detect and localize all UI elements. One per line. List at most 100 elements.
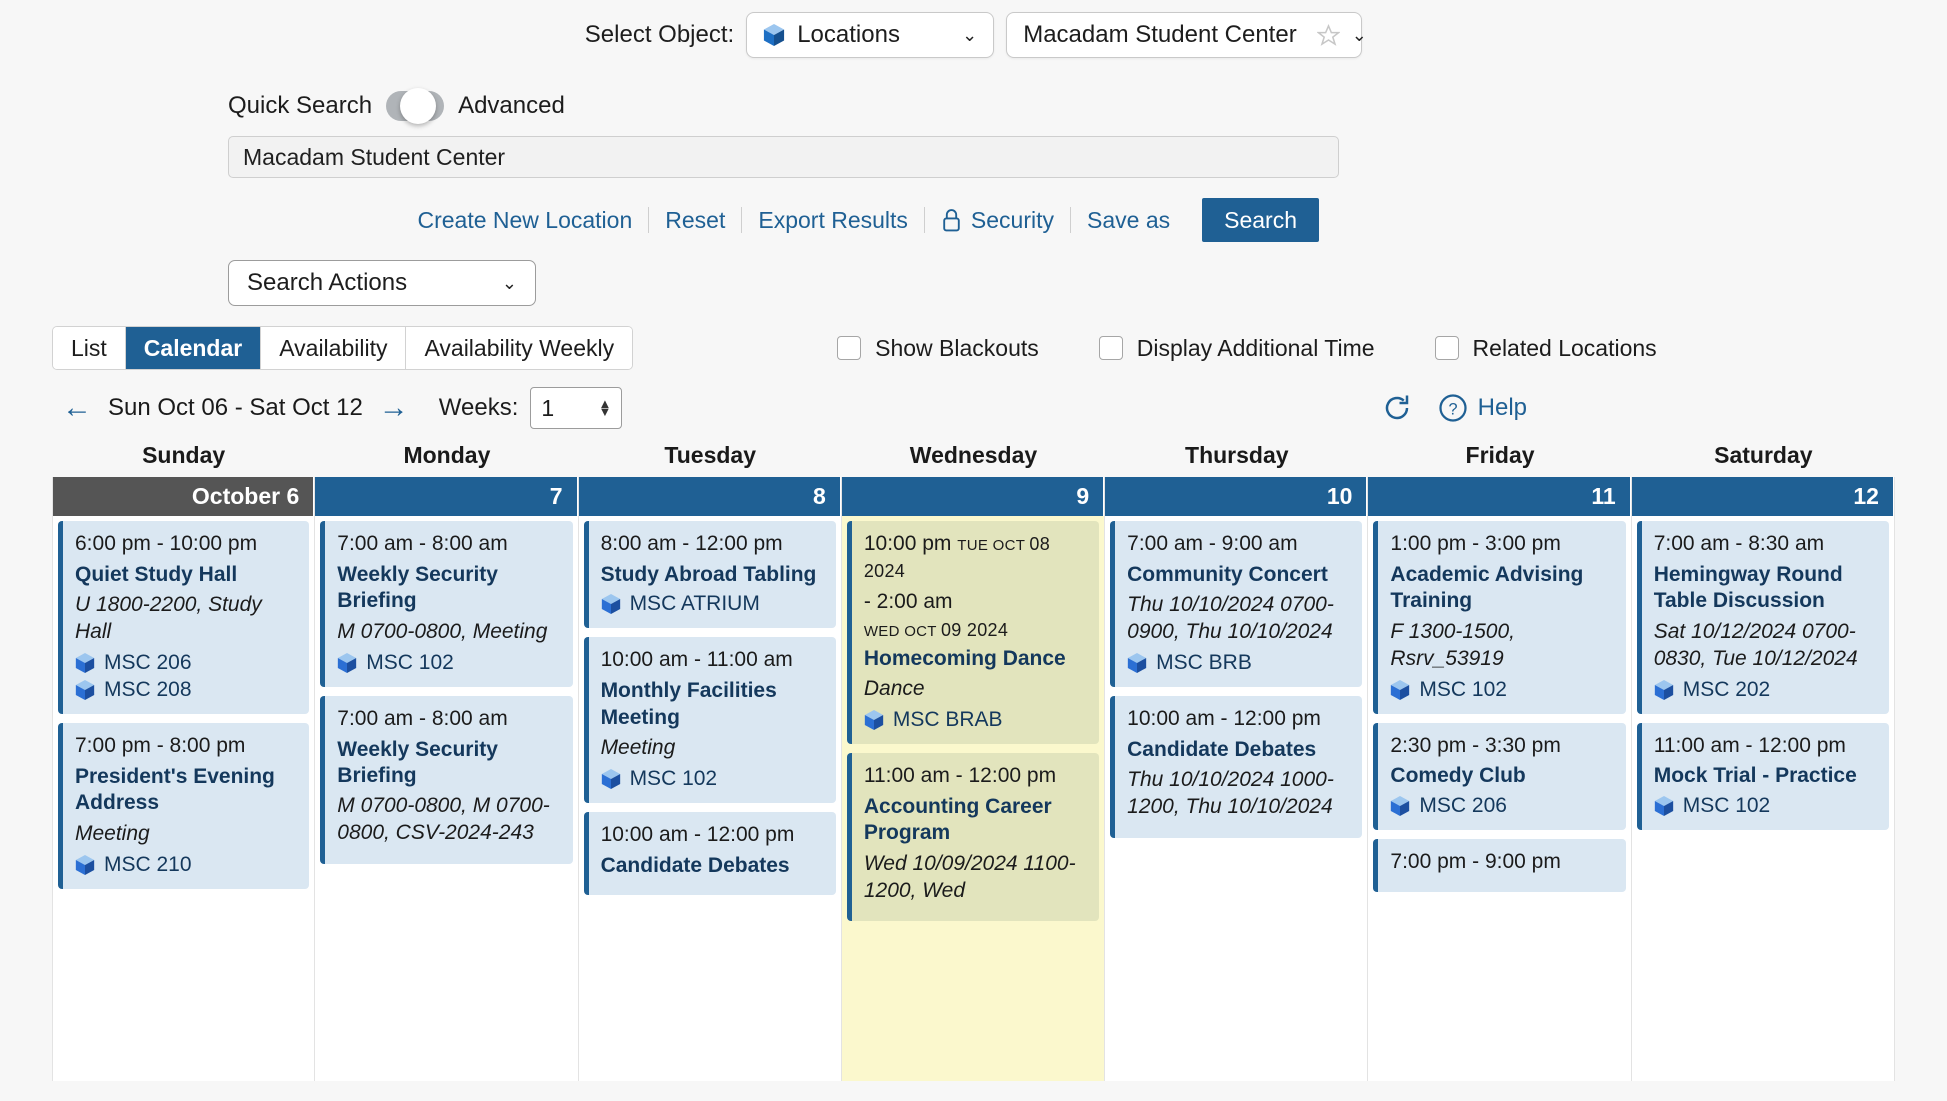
star-icon[interactable] (1316, 23, 1340, 47)
tab-calendar[interactable]: Calendar (125, 327, 262, 369)
cube-icon (764, 24, 785, 46)
dow-label-friday: Friday (1465, 442, 1535, 468)
event-card[interactable]: 10:00 am - 11:00 am Monthly Facilities Me… (583, 637, 836, 803)
event-room[interactable]: MSC 102 (1390, 678, 1613, 702)
checkbox-show-blackouts[interactable]: Show Blackouts (837, 335, 1039, 362)
event-room[interactable]: MSC 206 (1390, 794, 1613, 818)
event-card[interactable]: 10:00 am - 12:00 pm Candidate Debates (583, 811, 836, 896)
event-card[interactable]: 7:00 am - 8:00 am Weekly Security Briefin… (320, 695, 573, 865)
event-time: 7:00 am - 8:00 am (337, 706, 508, 730)
event-room-label: MSC 102 (1419, 677, 1507, 701)
event-title[interactable]: Comedy Club (1390, 763, 1613, 789)
event-title[interactable]: Homecoming Dance (864, 646, 1087, 672)
search-button[interactable]: Search (1202, 198, 1319, 242)
event-title[interactable]: Weekly Security Briefing (337, 737, 560, 790)
search-input[interactable]: Macadam Student Center (228, 136, 1339, 178)
day-header-sunday[interactable]: October 6 (53, 477, 315, 516)
event-card[interactable]: 11:00 am - 12:00 pm Accounting Career Pro… (846, 752, 1100, 922)
checkbox-box[interactable] (1434, 336, 1459, 360)
advanced-search-toggle[interactable] (386, 88, 445, 124)
security-link[interactable]: Security (925, 207, 1070, 234)
day-column-saturday: 12 7:00 am - 8:30 am Hemingway Round Table… (1631, 477, 1895, 1081)
weeks-stepper[interactable]: 1 ▲ ▼ (530, 387, 623, 429)
arrow-left-icon[interactable]: ← (62, 393, 92, 423)
tab-availability[interactable]: Availability (261, 327, 407, 369)
event-room[interactable]: MSC 210 (75, 853, 297, 877)
checkbox-label: Display Additional Time (1136, 334, 1375, 361)
day-header-thursday[interactable]: 10 (1105, 477, 1368, 516)
event-card[interactable]: 7:00 am - 8:30 am Hemingway Round Table D… (1636, 521, 1889, 714)
search-actions-row: Search Actions ⌄ (0, 260, 1947, 306)
event-subtitle: Thu 10/10/2024 0700-0900, Thu 10/10/2024 (1127, 593, 1334, 644)
advanced-label: Advanced (458, 92, 565, 119)
event-title[interactable]: Candidate Debates (601, 853, 824, 879)
event-title[interactable]: Study Abroad Tabling (601, 562, 824, 588)
checkbox-display-additional-time[interactable]: Display Additional Time (1098, 334, 1375, 362)
day-header-wednesday[interactable]: 9 (841, 477, 1105, 516)
day-header-monday[interactable]: 7 (315, 477, 578, 516)
checkbox-box[interactable] (837, 336, 862, 360)
event-card[interactable]: 2:30 pm - 3:30 pm Comedy Club MSC 206 (1373, 722, 1626, 830)
event-title[interactable]: Academic Advising Training (1390, 562, 1613, 615)
event-card[interactable]: 7:00 am - 8:00 am Weekly Security Briefin… (320, 521, 573, 687)
event-time: 10:00 pm TUE OCT 08 2024 (864, 531, 1087, 585)
save-as-link[interactable]: Save as (1071, 207, 1186, 234)
tab-availability-weekly[interactable]: Availability Weekly (406, 327, 633, 369)
event-card[interactable]: 7:00 pm - 8:00 pm President's Evening Add… (58, 723, 310, 889)
event-room[interactable]: MSC BRB (1127, 651, 1350, 675)
day-header-saturday[interactable]: 12 (1631, 477, 1894, 516)
event-room[interactable]: MSC 202 (1654, 678, 1877, 702)
help-button[interactable]: ? Help (1438, 393, 1527, 423)
event-title[interactable]: Monthly Facilities Meeting (601, 678, 824, 731)
event-title[interactable]: Community Concert (1127, 562, 1350, 588)
event-time: 10:00 am - 12:00 pm (600, 822, 795, 846)
event-title[interactable]: Hemingway Round Table Discussion (1654, 562, 1877, 615)
event-room[interactable]: MSC BRAB (864, 708, 1087, 732)
stepper-arrows-icon[interactable]: ▲ ▼ (599, 397, 612, 418)
event-card[interactable]: 10:00 am - 12:00 pm Candidate Debates Thu … (1110, 696, 1363, 839)
event-room[interactable]: MSC 206 (75, 651, 297, 675)
event-title[interactable]: Candidate Debates (1127, 737, 1350, 763)
event-time: 7:00 am - 8:00 am (337, 532, 508, 555)
event-card[interactable]: 7:00 pm - 9:00 pm (1373, 838, 1626, 892)
event-room-label: MSC 102 (366, 650, 454, 674)
location-dropdown[interactable]: Macadam Student Center ⌄ (1006, 12, 1367, 58)
day-header-tuesday[interactable]: 8 (578, 477, 841, 516)
calendar: Sunday Monday Tuesday Wednesday Thursday Frid… (0, 442, 1947, 1081)
dow-label-wednesday: Wednesday (909, 442, 1038, 468)
refresh-icon[interactable] (1382, 393, 1412, 423)
event-title[interactable]: Mock Trial - Practice (1654, 763, 1877, 789)
event-room-label: MSC 210 (104, 852, 192, 876)
event-card[interactable]: 8:00 am - 12:00 pm Study Abroad Tabling MS… (583, 521, 836, 629)
cube-icon (75, 653, 95, 674)
event-room[interactable]: MSC 102 (337, 651, 560, 675)
event-room-label: MSC BRB (1156, 651, 1252, 675)
event-room[interactable]: MSC ATRIUM (601, 592, 824, 616)
event-room[interactable]: MSC 102 (601, 767, 824, 791)
event-title[interactable]: Weekly Security Briefing (337, 562, 560, 615)
event-room[interactable]: MSC 208 (75, 678, 297, 702)
event-subtitle: Dance (863, 677, 925, 701)
event-subtitle: Wed 10/09/2024 1100-1200, Wed (863, 851, 1076, 902)
tab-list[interactable]: List (53, 327, 126, 369)
checkbox-related-locations[interactable]: Related Locations (1434, 335, 1657, 362)
event-title[interactable]: Accounting Career Program (864, 794, 1087, 847)
reset-link[interactable]: Reset (649, 207, 741, 234)
day-header-friday[interactable]: 11 (1368, 477, 1631, 516)
event-title[interactable]: President's Evening Address (75, 764, 297, 817)
create-new-location-link[interactable]: Create New Location (401, 207, 648, 234)
export-results-link[interactable]: Export Results (742, 207, 924, 234)
event-room[interactable]: MSC 102 (1654, 794, 1877, 818)
event-card[interactable]: 7:00 am - 9:00 am Community Concert Thu 10… (1110, 521, 1363, 688)
checkbox-box[interactable] (1098, 336, 1123, 360)
event-card[interactable]: 10:00 pm TUE OCT 08 2024 - 2:00 am WED OCT… (846, 521, 1100, 744)
search-actions-dropdown[interactable]: Search Actions ⌄ (228, 260, 536, 306)
event-title[interactable]: Quiet Study Hall (75, 562, 297, 588)
event-room-label: MSC 208 (104, 678, 192, 702)
event-card[interactable]: 11:00 am - 12:00 pm Mock Trial - Practice… (1636, 722, 1889, 830)
event-card[interactable]: 1:00 pm - 3:00 pm Academic Advising Train… (1373, 521, 1626, 714)
arrow-right-icon[interactable]: → (379, 393, 409, 423)
weeks-value: 1 (541, 394, 555, 421)
object-type-dropdown[interactable]: Locations ⌄ (746, 12, 995, 58)
event-card[interactable]: 6:00 pm - 10:00 pm Quiet Study Hall U 1800… (58, 521, 310, 715)
